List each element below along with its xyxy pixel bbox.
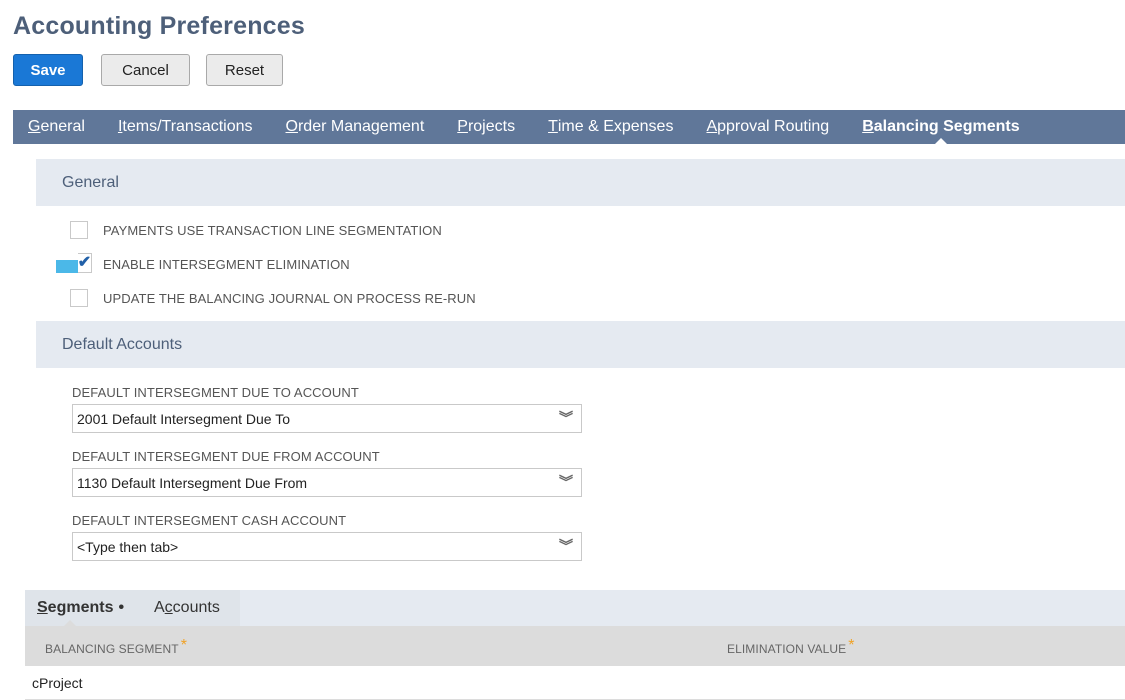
checkmark-icon: ✔ xyxy=(77,252,92,273)
cash-account-select[interactable]: <Type then tab> ︾ xyxy=(72,532,582,561)
page-title: Accounting Preferences xyxy=(13,12,305,40)
update-balancing-journal-option: UPDATE THE BALANCING JOURNAL ON PROCESS … xyxy=(56,287,476,309)
due-to-account-label: DEFAULT INTERSEGMENT DUE TO ACCOUNT xyxy=(72,385,359,400)
payments-segmentation-checkbox[interactable] xyxy=(70,221,88,239)
segments-grid-header: BALANCING SEGMENT * ELIMINATION VALUE * xyxy=(25,626,1125,666)
double-chevron-down-icon[interactable]: ︾ xyxy=(559,409,573,427)
intersegment-elimination-option: ✔ ENABLE INTERSEGMENT ELIMINATION xyxy=(56,252,350,275)
due-from-account-label: DEFAULT INTERSEGMENT DUE FROM ACCOUNT xyxy=(72,449,380,464)
cash-account-value: <Type then tab> xyxy=(77,538,179,555)
column-header-balancing-segment[interactable]: BALANCING SEGMENT * xyxy=(45,637,188,658)
payments-segmentation-option: PAYMENTS USE TRANSACTION LINE SEGMENTATI… xyxy=(56,219,442,241)
column-header-elimination-value[interactable]: ELIMINATION VALUE * xyxy=(727,637,855,658)
preference-tabs: General Items/Transactions Order Managem… xyxy=(13,110,1125,145)
cancel-button[interactable]: Cancel xyxy=(101,54,190,86)
update-balancing-journal-label: UPDATE THE BALANCING JOURNAL ON PROCESS … xyxy=(103,290,476,306)
reset-button[interactable]: Reset xyxy=(206,54,283,86)
subtab-bar: Segments • Ac counts xyxy=(25,590,1125,627)
section-general-header: General xyxy=(36,159,1125,206)
tab-order-management[interactable]: Order Management xyxy=(286,110,425,144)
required-icon: * xyxy=(848,637,855,654)
intersegment-elimination-checkbox[interactable]: ✔ xyxy=(56,252,92,273)
save-button[interactable]: Save xyxy=(13,54,83,86)
required-icon: * xyxy=(180,637,188,654)
subtab-accounts[interactable]: Ac counts xyxy=(154,590,220,626)
double-chevron-down-icon[interactable]: ︾ xyxy=(559,473,573,491)
due-from-account-select[interactable]: 1130 Default Intersegment Due From ︾ xyxy=(72,468,582,497)
tab-approval-routing[interactable]: Approval Routing xyxy=(706,110,829,144)
due-to-account-select[interactable]: 2001 Default Intersegment Due To ︾ xyxy=(72,404,582,433)
tab-time-expenses[interactable]: Time & Expenses xyxy=(548,110,673,144)
tab-items-transactions[interactable]: Items/Transactions xyxy=(118,110,253,144)
payments-segmentation-label: PAYMENTS USE TRANSACTION LINE SEGMENTATI… xyxy=(103,222,442,238)
table-row[interactable]: cProject xyxy=(25,666,1125,700)
cash-account-label: DEFAULT INTERSEGMENT CASH ACCOUNT xyxy=(72,513,347,528)
tab-balancing-segments[interactable]: Balancing Segments xyxy=(862,110,1020,145)
tab-general[interactable]: General xyxy=(28,110,85,144)
intersegment-elimination-label: ENABLE INTERSEGMENT ELIMINATION xyxy=(103,256,350,272)
section-default-accounts-header: Default Accounts xyxy=(36,321,1125,368)
update-balancing-journal-checkbox[interactable] xyxy=(70,289,88,307)
due-from-account-value: 1130 Default Intersegment Due From xyxy=(77,474,308,491)
balancing-segment-cell[interactable]: cProject xyxy=(32,675,83,691)
due-to-account-value: 2001 Default Intersegment Due To xyxy=(77,410,290,427)
double-chevron-down-icon[interactable]: ︾ xyxy=(559,537,573,555)
tab-projects[interactable]: Projects xyxy=(457,110,515,144)
